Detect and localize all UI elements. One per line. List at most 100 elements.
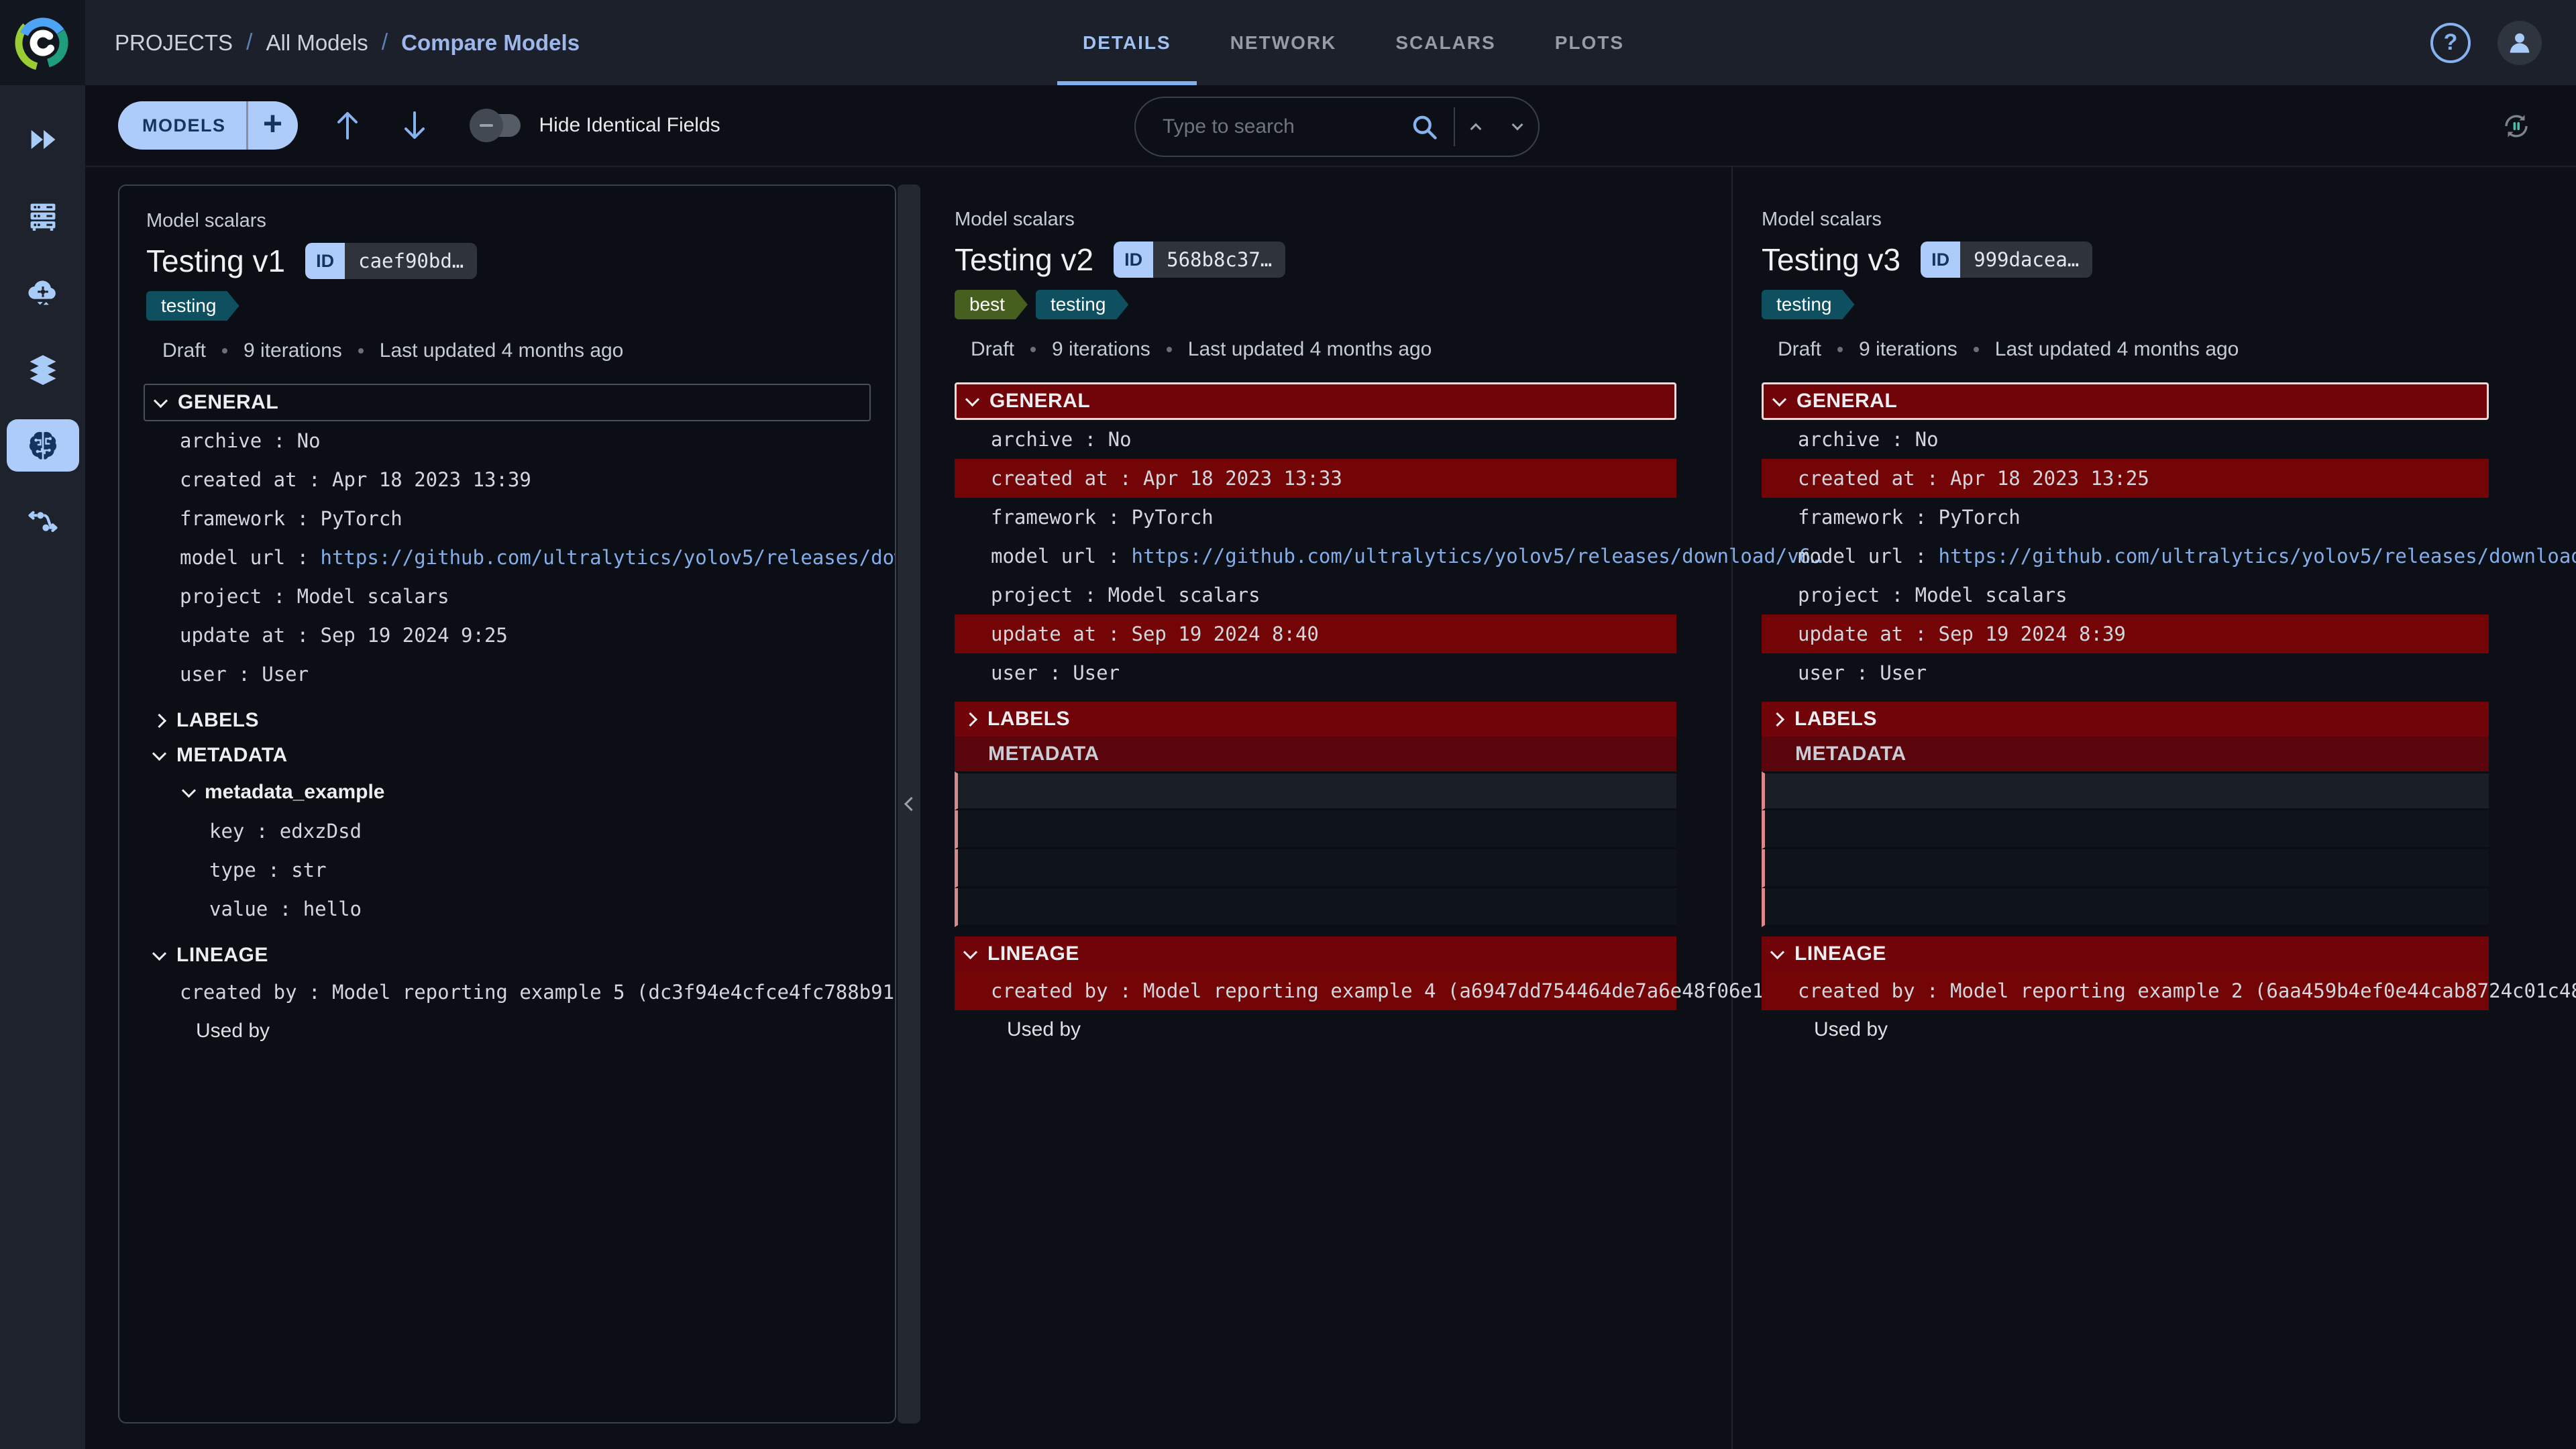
model-title-row: Testing v2ID568b8c37… [955,241,1731,278]
sidebar-item-workers-queues[interactable] [7,266,79,319]
user-avatar[interactable] [2498,21,2542,65]
tags-row: besttesting [955,290,1731,319]
section-lineage[interactable]: LINEAGE [144,938,871,973]
label: LINEAGE [1794,943,1886,965]
model-id-badge[interactable]: ID999dacea… [1921,241,2092,278]
field-link[interactable]: https://github.com/ultralytics/yolov5/re… [1132,545,1823,568]
label: Used by [1007,1018,1081,1041]
auto-refresh-icon [2500,109,2533,143]
label: METADATA [1795,743,1907,765]
clearml-logo[interactable] [0,0,85,85]
search-prev-button[interactable] [1455,98,1497,156]
chevron-down-icon [182,783,196,797]
field-value: PyTorch [1132,506,1214,529]
prev-diff-button[interactable] [330,107,365,144]
empty-diff-row [1762,771,2489,810]
sidebar-item-servers[interactable] [7,190,79,242]
project-name: Model scalars [955,209,1731,231]
breadcrumb-item[interactable]: All Models [266,30,368,56]
field-value: PyTorch [321,507,402,530]
sidebar-item-pipelines[interactable] [7,496,79,548]
section-metadata[interactable]: METADATA [955,737,1676,771]
chevron-down-icon [152,946,166,960]
subsection-metadata_example[interactable]: metadata_example [144,773,871,812]
field-text: project : [1798,584,1915,606]
compare-models-page: { "topbar": { "breadcrumb": [ {"label": … [0,0,2576,1449]
tag-testing: testing [1036,290,1129,319]
tab-plots[interactable]: PLOTS [1525,0,1654,85]
tags-row: testing [146,291,868,321]
field-text: key : [209,820,280,843]
chevron-down-icon [1512,119,1523,131]
model-id-badge[interactable]: ID568b8c37… [1114,241,1285,278]
field-row-user: user : User [144,655,871,694]
sidebar-item-datasets[interactable] [7,343,79,395]
field-text: framework : [991,506,1132,529]
empty-diff-row [1762,810,2489,849]
chevron-down-icon [965,392,979,406]
model-id-badge[interactable]: IDcaef90bd… [305,243,477,279]
field-link[interactable]: https://github.com/ultralytics/yolov5/re… [321,546,896,569]
sidebar-item-getting-started[interactable] [7,113,79,166]
breadcrumb-item[interactable]: PROJECTS [115,30,233,56]
hide-identical-toggle[interactable] [474,114,521,137]
id-value: caef90bd… [345,243,477,279]
tab-details[interactable]: DETAILS [1053,0,1201,85]
search-input[interactable] [1136,115,1409,138]
breadcrumb: PROJECTS/All Models/Compare Models [115,30,580,56]
section-labels[interactable]: LABELS [955,702,1676,737]
field-row-model-url: model url : https://github.com/ultralyti… [955,537,1676,576]
label: METADATA [988,743,1099,765]
sidebar-item-models[interactable] [7,419,79,472]
label: Used by [1814,1018,1888,1041]
chevron-left-icon [904,797,918,811]
section-lineage[interactable]: LINEAGE [1762,936,2489,971]
auto-refresh-button[interactable] [2500,109,2533,146]
add-model-button[interactable]: + [248,101,298,150]
chevron-down-icon [152,746,166,760]
getting-started-icon [25,122,60,157]
section-general[interactable]: GENERAL [144,384,871,421]
tab-scalars[interactable]: SCALARS [1366,0,1525,85]
dot-separator [1167,347,1172,352]
section-general[interactable]: GENERAL [1762,382,2489,420]
models-button[interactable]: MODELS [118,101,246,150]
field-text: project : [180,585,297,608]
search-next-button[interactable] [1497,98,1538,156]
section-labels[interactable]: LABELS [144,703,871,738]
field-value: Sep 19 2024 8:39 [1939,623,2126,645]
clearml-logo-icon [13,13,72,72]
field-row-project: project : Model scalars [144,577,871,616]
iterations-count: 9 iterations [1052,338,1150,361]
field-text: created by : [180,981,332,1004]
help-icon[interactable]: ? [2430,23,2471,63]
breadcrumb-item[interactable]: Compare Models [401,30,580,56]
label: GENERAL [1796,390,1897,413]
search-icon[interactable] [1409,112,1439,142]
chevron-up-icon [1470,123,1482,135]
field-link[interactable]: https://github.com/ultralytics/yolov5/re… [1939,545,2576,568]
field-row-created-at: created at : Apr 18 2023 13:25 [1762,459,2489,498]
field-row-framework: framework : PyTorch [144,499,871,538]
compare-main: Model scalarsTesting v1IDcaef90bd…testin… [85,167,2576,1449]
arrow-up-icon [332,109,363,142]
field-value: edxzDsd [280,820,362,843]
field-value: Model scalars [1108,584,1260,606]
tab-network[interactable]: NETWORK [1201,0,1366,85]
last-updated: Last updated 4 months ago [1995,338,2239,361]
section-general[interactable]: GENERAL [955,382,1676,420]
field-value: Model scalars [1915,584,2068,606]
section-labels[interactable]: LABELS [1762,702,2489,737]
field-row-framework: framework : PyTorch [1762,498,2489,537]
field-value: PyTorch [1939,506,2021,529]
field-value: Apr 18 2023 13:39 [332,468,531,491]
breadcrumb-separator: / [246,30,252,56]
empty-diff-row [1762,849,2489,888]
collapse-column-handle[interactable] [898,184,920,1424]
next-diff-button[interactable] [397,107,432,144]
section-metadata[interactable]: METADATA [144,738,871,773]
section-metadata[interactable]: METADATA [1762,737,2489,771]
section-lineage[interactable]: LINEAGE [955,936,1676,971]
dot-separator [1974,347,1979,352]
field-row-archive: archive : No [955,420,1676,459]
